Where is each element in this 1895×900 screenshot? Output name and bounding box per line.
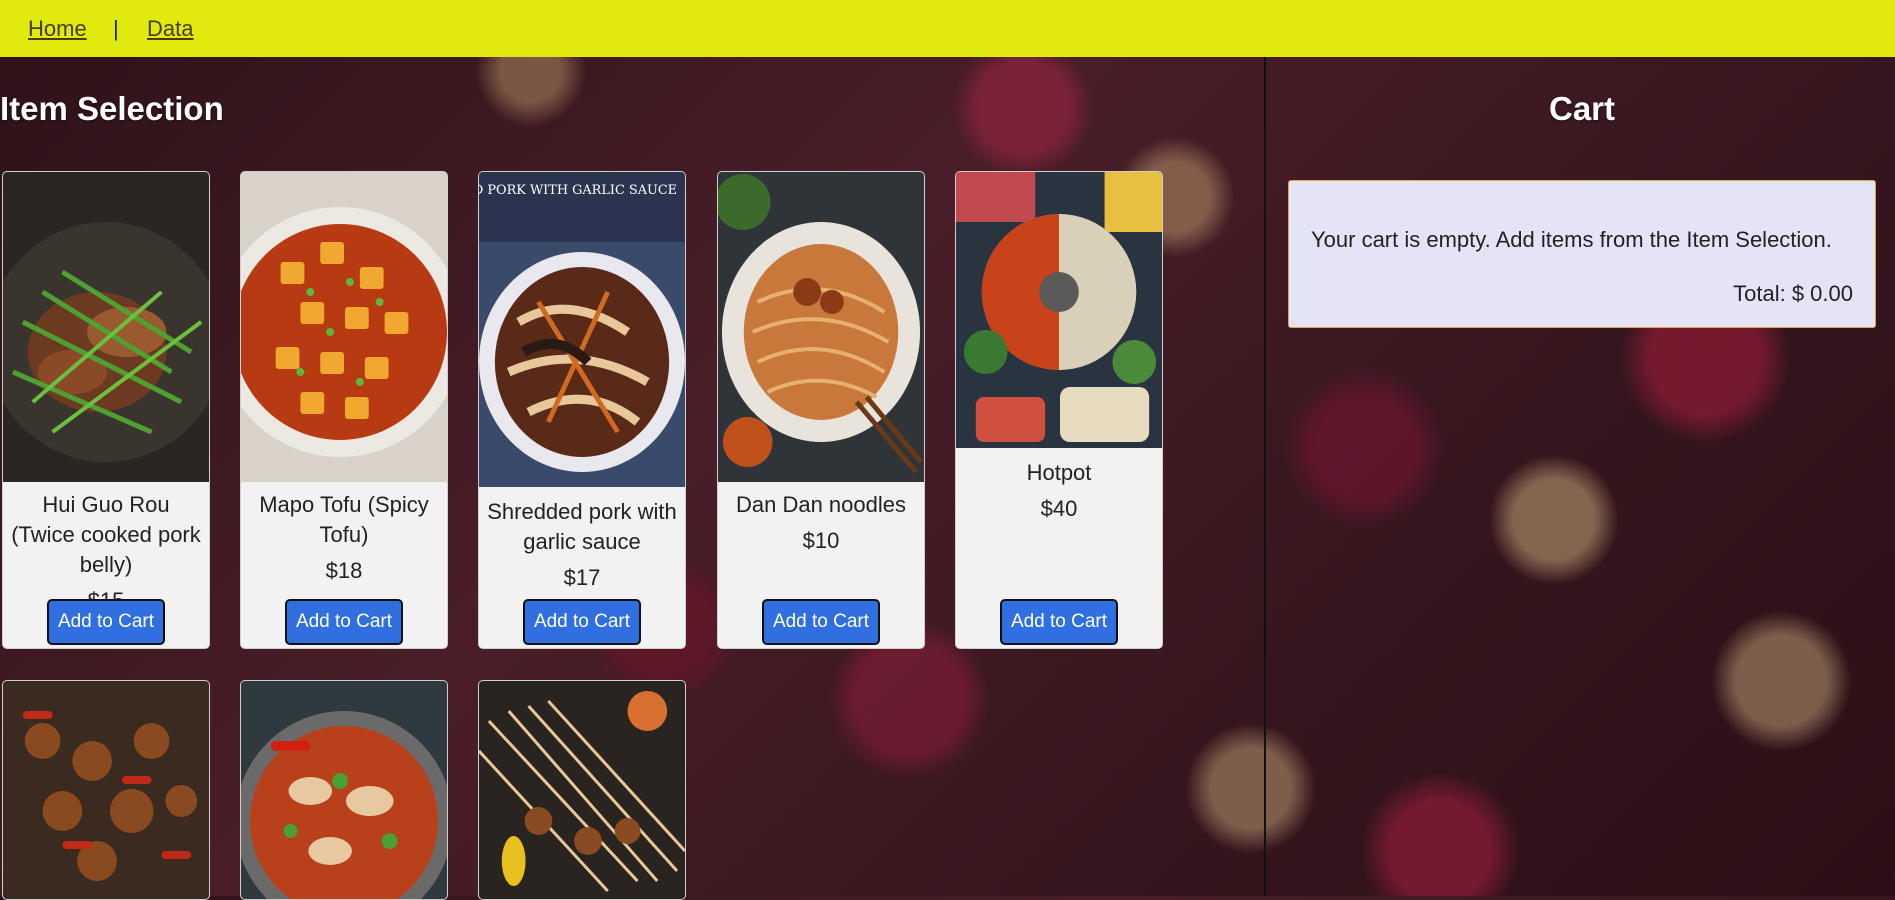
menu-card [478, 680, 686, 900]
menu-card [2, 680, 210, 900]
item-name: Dan Dan noodles [735, 492, 906, 517]
add-to-cart-button[interactable]: Add to Cart [762, 599, 880, 645]
photo-caption: SHREDDED PORK WITH GARLIC SAUCE [479, 183, 677, 198]
menu-card [240, 680, 448, 900]
cart-empty-message: Your cart is empty. Add items from the I… [1311, 227, 1832, 252]
add-to-cart-button[interactable]: Add to Cart [47, 599, 165, 645]
dan-dan-noodles-photo [718, 172, 924, 482]
nav-separator: | [113, 16, 119, 41]
cart-total: Total: $ 0.00 [1733, 281, 1853, 306]
cart-panel: Your cart is empty. Add items from the I… [1288, 180, 1876, 328]
menu-card: Hotpot $40 Add to Cart [955, 171, 1163, 649]
spicy-chicken-photo [3, 681, 209, 899]
navbar: Home | Data [0, 0, 1895, 57]
add-to-cart-button[interactable]: Add to Cart [523, 599, 641, 645]
item-price: $17 [563, 565, 601, 590]
item-name: Hui Guo Rou (Twice cooked pork belly) [11, 492, 201, 577]
nav-data-link[interactable]: Data [147, 16, 193, 42]
column-divider [1264, 57, 1266, 896]
cart-title: Cart [1549, 90, 1616, 127]
menu-card: SHREDDED PORK WITH GARLIC SAUCE Shredded… [478, 171, 686, 649]
item-name: Shredded pork with garlic sauce [487, 499, 677, 554]
hui-guo-rou-photo [3, 172, 209, 482]
item-price: $18 [325, 558, 363, 583]
add-to-cart-button[interactable]: Add to Cart [1000, 599, 1118, 645]
spicy-fish-photo [241, 681, 447, 899]
hotpot-photo [956, 172, 1162, 448]
add-to-cart-button[interactable]: Add to Cart [285, 599, 403, 645]
nav-home-link[interactable]: Home [28, 16, 87, 42]
menu-card: Hui Guo Rou (Twice cooked pork belly) $1… [2, 171, 210, 649]
skewers-photo [479, 681, 685, 899]
shredded-pork-photo: SHREDDED PORK WITH GARLIC SAUCE [479, 172, 685, 487]
item-price: $40 [1040, 496, 1078, 521]
mapo-tofu-photo [241, 172, 447, 482]
item-price: $10 [802, 528, 840, 553]
menu-card: Dan Dan noodles $10 Add to Cart [717, 171, 925, 649]
item-selection-title: Item Selection [0, 90, 224, 127]
menu-card: Mapo Tofu (Spicy Tofu) $18 Add to Cart [240, 171, 448, 649]
item-name: Hotpot [1026, 460, 1092, 485]
item-name: Mapo Tofu (Spicy Tofu) [259, 492, 429, 547]
